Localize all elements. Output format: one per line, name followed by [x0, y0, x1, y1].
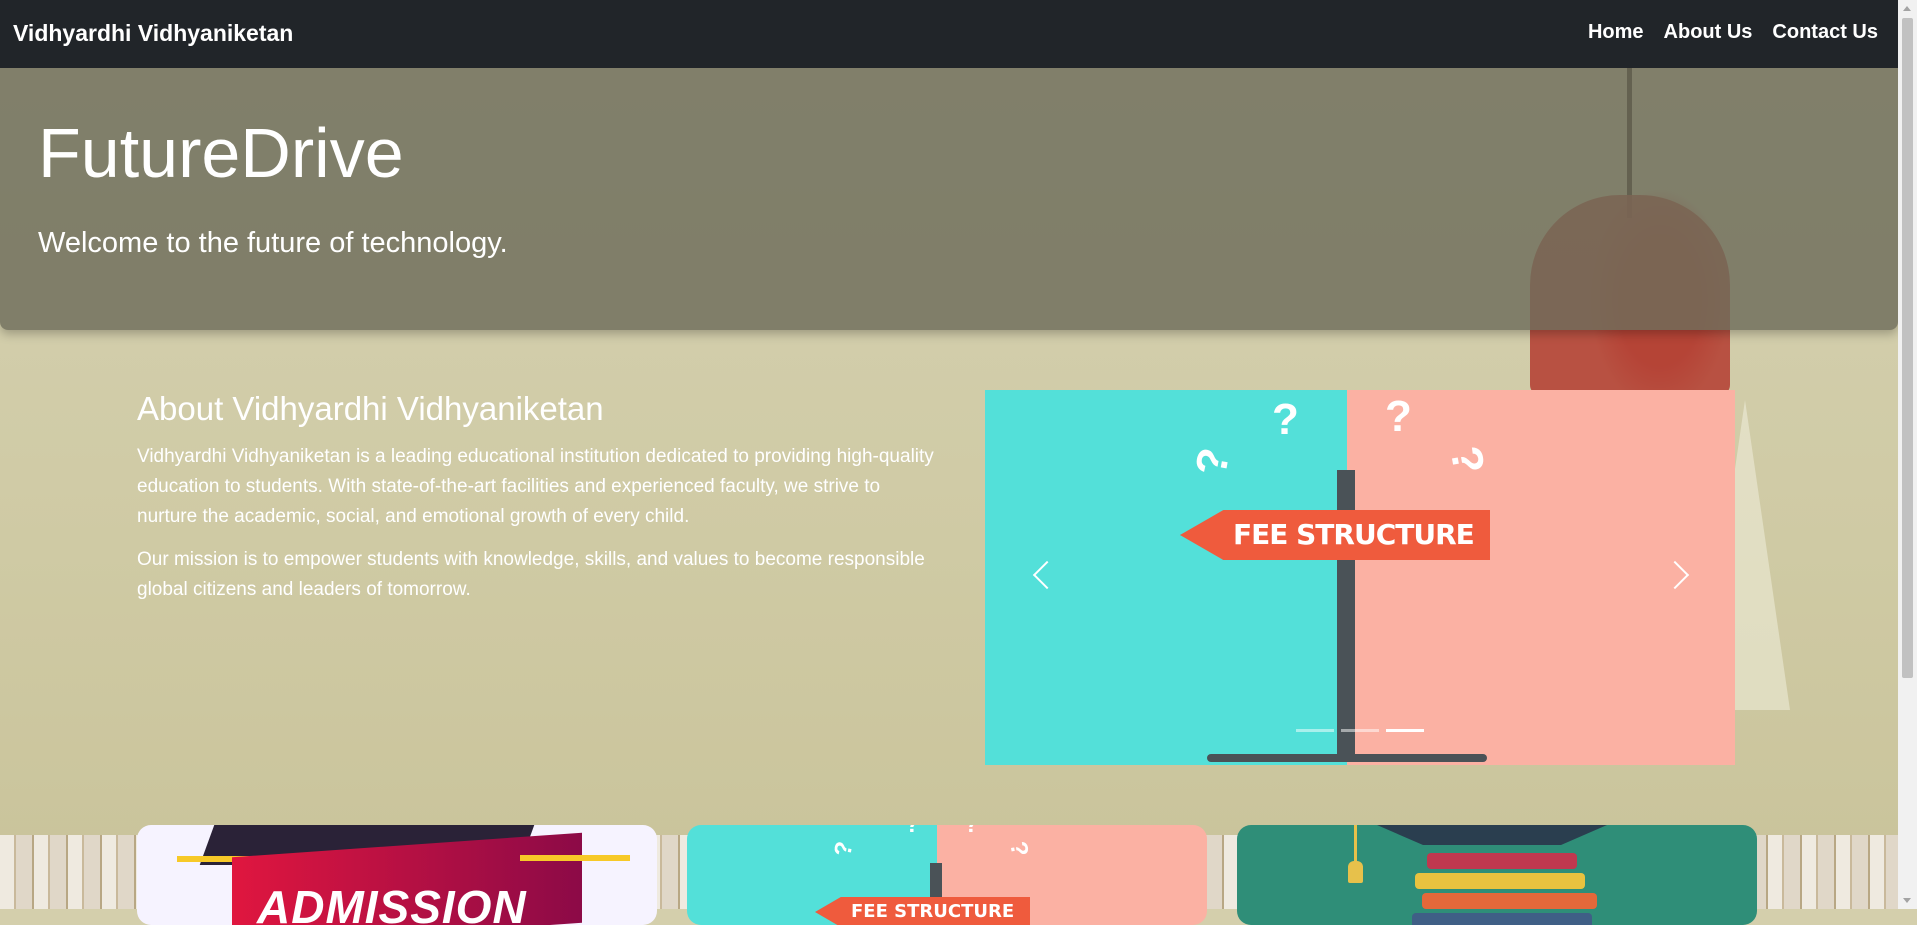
question-mark-icon: ?: [1385, 392, 1412, 441]
signpost-base: [1207, 754, 1487, 762]
carousel-indicator-1[interactable]: [1296, 729, 1334, 732]
graduation-card[interactable]: [1237, 825, 1757, 925]
carousel-indicator-2[interactable]: [1341, 729, 1379, 732]
nav-link-home[interactable]: Home: [1588, 21, 1644, 44]
book-icon: [1415, 873, 1585, 889]
admission-card[interactable]: ADMISSION: [137, 825, 657, 925]
scroll-down-icon[interactable]: [1903, 898, 1911, 903]
nav-link-about-us[interactable]: About Us: [1664, 21, 1753, 44]
image-carousel: ? ? ? ? FEE STRUCTURE: [985, 390, 1735, 765]
vertical-scrollbar[interactable]: [1898, 0, 1917, 909]
admission-image-text: ADMISSION: [257, 881, 527, 925]
hero-subtitle: Welcome to the future of technology.: [38, 227, 508, 259]
chevron-right-icon[interactable]: [1667, 555, 1691, 595]
graduation-cap-icon: [1377, 825, 1607, 845]
mission-paragraph: Our mission is to empower students with …: [137, 549, 925, 600]
tassel-icon: [1354, 825, 1357, 865]
card-stripe: [520, 855, 630, 861]
scroll-up-icon[interactable]: [1903, 6, 1911, 11]
about-section: About Vidhyardhi Vidhyaniketan Vidhyardh…: [137, 390, 937, 618]
slide-sign-text: FEE STRUCTURE: [1233, 518, 1475, 551]
nav-link-contact-us[interactable]: Contact Us: [1772, 21, 1878, 44]
question-mark-icon: ?: [964, 825, 979, 839]
question-mark-icon: ?: [905, 825, 920, 839]
brand-link[interactable]: Vidhyardhi Vidhyaniketan: [13, 20, 293, 47]
tassel-end-icon: [1348, 861, 1363, 883]
top-navbar: Vidhyardhi Vidhyaniketan Home About Us C…: [0, 0, 1898, 68]
nav-links: Home About Us Contact Us: [1588, 21, 1878, 44]
carousel-indicators: [1296, 729, 1424, 732]
fee-structure-image-text: FEE STRUCTURE: [851, 901, 1015, 922]
fee-structure-card[interactable]: ? ? ? ? FEE STRUCTURE: [687, 825, 1207, 925]
hero-jumbotron: FutureDrive Welcome to the future of tec…: [0, 68, 1898, 330]
scrollbar-thumb[interactable]: [1902, 18, 1913, 678]
about-paragraph: Vidhyardhi Vidhyaniketan is a leading ed…: [137, 446, 934, 527]
question-mark-icon: ?: [1272, 395, 1299, 444]
hero-title: FutureDrive: [38, 114, 404, 192]
book-icon: [1427, 853, 1577, 869]
about-heading: About Vidhyardhi Vidhyaniketan: [137, 390, 604, 427]
book-icon: [1422, 893, 1597, 909]
carousel-indicator-3[interactable]: [1386, 729, 1424, 732]
book-icon: [1412, 913, 1592, 925]
chevron-left-icon[interactable]: [1029, 555, 1053, 595]
